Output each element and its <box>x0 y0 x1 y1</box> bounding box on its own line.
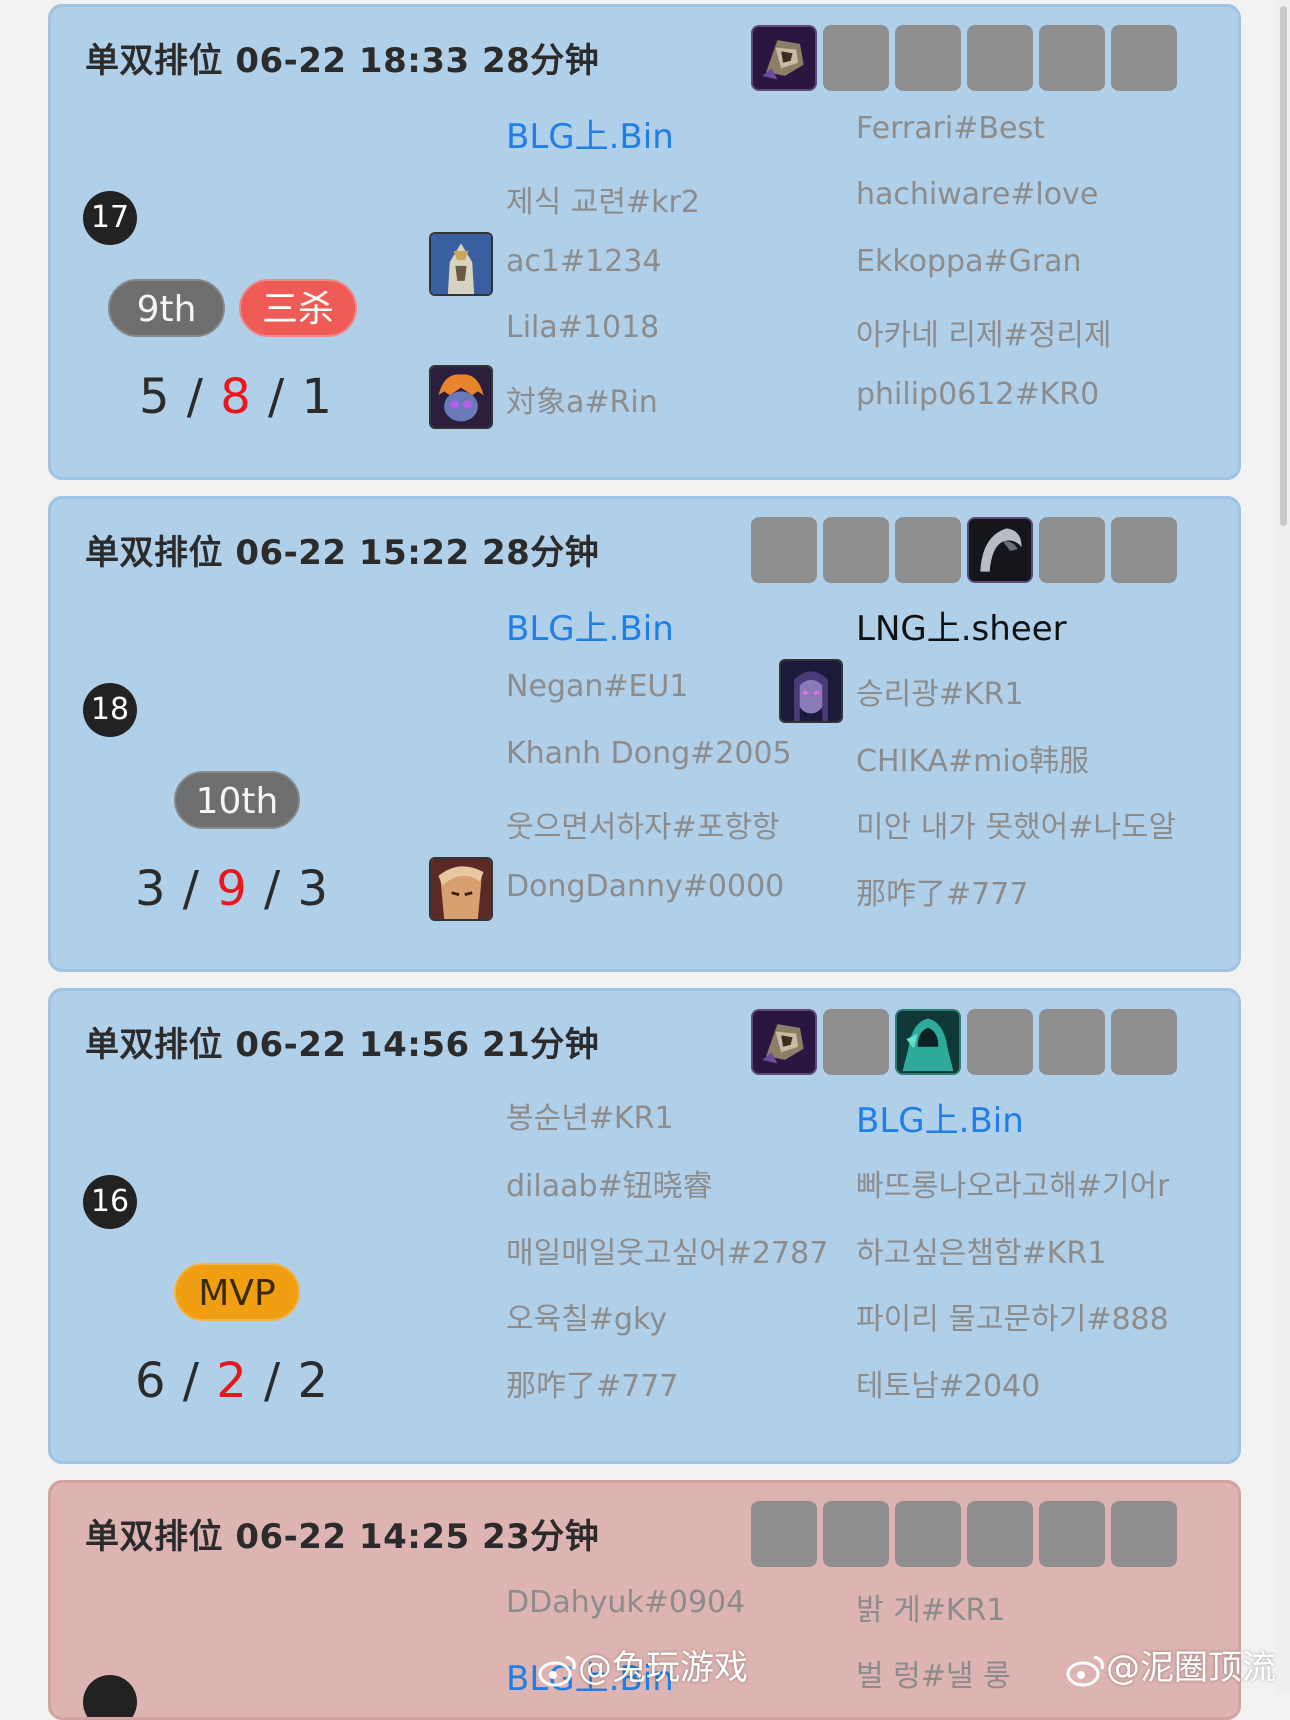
champion-portrait[interactable] <box>779 659 843 723</box>
empty-item-slot[interactable] <box>823 25 889 91</box>
kda-score: 3 / 9 / 3 <box>135 861 330 917</box>
match-card-2[interactable]: 单双排位 06-22 15:22 28分钟 18 10th 3 / 9 / 3 … <box>48 496 1241 972</box>
match-card-1[interactable]: 单双排位 06-22 18:33 28分钟 17 9th 三杀 5 / 8 / … <box>48 4 1241 480</box>
player-name[interactable]: DongDanny#0000 <box>506 869 784 904</box>
player-name[interactable]: 那咋了#777 <box>856 869 1028 913</box>
deaths: 9 <box>216 861 248 917</box>
mvp-badge: MVP <box>174 1263 300 1321</box>
player-name[interactable]: 빠뜨롱나오라고해#기어r <box>856 1161 1169 1205</box>
deaths: 2 <box>216 1353 248 1409</box>
champion-portrait[interactable] <box>429 365 493 429</box>
empty-item-slot[interactable] <box>967 25 1033 91</box>
empty-item-slot[interactable] <box>823 517 889 583</box>
watermark-text: @兔玩游戏 <box>578 1648 748 1688</box>
watermark-text: @泥圈顶流 <box>1106 1648 1276 1688</box>
player-name[interactable]: Ferrari#Best <box>856 111 1045 146</box>
empty-item-slot[interactable] <box>967 1009 1033 1075</box>
empty-item-slot[interactable] <box>1039 25 1105 91</box>
player-name-self[interactable]: BLG上.Bin <box>856 1093 1024 1142</box>
player-name[interactable]: 오육칠#gky <box>506 1294 667 1338</box>
player-name[interactable]: 봉순년#KR1 <box>506 1093 674 1137</box>
player-name[interactable]: 벌 렁#낼 룽 <box>856 1651 1011 1695</box>
scrollbar-track[interactable] <box>1276 0 1290 1694</box>
multikill-badge: 三杀 <box>239 279 357 337</box>
empty-item-slot[interactable] <box>967 1501 1033 1567</box>
empty-item-slot[interactable] <box>751 517 817 583</box>
player-name[interactable]: Negan#EU1 <box>506 669 688 704</box>
player-name-pro[interactable]: LNG上.sheer <box>856 601 1067 650</box>
rank-badge <box>83 1675 137 1717</box>
empty-item-slot[interactable] <box>1039 1009 1105 1075</box>
assists: 3 <box>297 861 330 917</box>
empty-item-slot[interactable] <box>1111 25 1177 91</box>
placement-badge: 10th <box>174 771 300 829</box>
deaths: 8 <box>220 369 252 425</box>
empty-item-slot[interactable] <box>895 1501 961 1567</box>
weibo-logo-icon <box>538 1655 576 1686</box>
watermark-left: @兔玩游戏 <box>538 1640 748 1689</box>
hooded-figure-item-icon[interactable] <box>895 1009 961 1075</box>
assists: 2 <box>297 1353 330 1409</box>
rank-badge: 16 <box>83 1175 137 1229</box>
player-name[interactable]: 제식 교련#kr2 <box>506 177 700 221</box>
player-name[interactable]: CHIKA#mio韩服 <box>856 736 1089 780</box>
player-name[interactable]: 미안 내가 못했어#나도알 <box>856 802 1176 846</box>
empty-item-slot[interactable] <box>895 517 961 583</box>
scythe-item-icon[interactable] <box>967 517 1033 583</box>
player-name[interactable]: hachiware#love <box>856 177 1098 212</box>
player-name[interactable]: ac1#1234 <box>506 244 661 279</box>
match-title: 单双排位 06-22 18:33 28分钟 <box>85 41 600 81</box>
player-name[interactable]: Khanh Dong#2005 <box>506 736 792 771</box>
helmet-item-icon[interactable] <box>751 1009 817 1075</box>
empty-item-slot[interactable] <box>1111 517 1177 583</box>
watermark-right: @泥圈顶流 <box>1066 1640 1276 1689</box>
empty-item-slot[interactable] <box>895 25 961 91</box>
rank-badge: 18 <box>83 683 137 737</box>
player-name[interactable]: 하고싶은챔함#KR1 <box>856 1228 1106 1272</box>
kills: 5 <box>139 369 171 425</box>
player-name[interactable]: DDahyuk#0904 <box>506 1585 745 1620</box>
kills: 6 <box>135 1353 167 1409</box>
player-name[interactable]: 매일매일웃고싶어#2787 <box>506 1228 828 1272</box>
match-title: 单双排位 06-22 15:22 28分钟 <box>85 533 600 573</box>
scrollbar-thumb[interactable] <box>1280 6 1287 526</box>
assists: 1 <box>301 369 334 425</box>
match-title: 单双排位 06-22 14:56 21分钟 <box>85 1025 600 1065</box>
player-name[interactable]: 테토남#2040 <box>856 1361 1040 1405</box>
player-name[interactable]: 웃으면서하자#포항항 <box>506 802 780 846</box>
match-card-3[interactable]: 单双排位 06-22 14:56 21分钟 16 MVP 6 / 2 / 2 봉… <box>48 988 1241 1464</box>
weibo-logo-icon <box>1066 1655 1104 1686</box>
player-name-self[interactable]: BLG上.Bin <box>506 601 674 650</box>
empty-item-slot[interactable] <box>1039 1501 1105 1567</box>
kda-score: 5 / 8 / 1 <box>139 369 334 425</box>
champion-portrait[interactable] <box>429 857 493 921</box>
rank-badge: 17 <box>83 191 137 245</box>
empty-item-slot[interactable] <box>823 1501 889 1567</box>
player-name[interactable]: philip0612#KR0 <box>856 377 1099 412</box>
champion-portrait[interactable] <box>429 232 493 296</box>
kda-score: 6 / 2 / 2 <box>135 1353 330 1409</box>
player-name[interactable]: 対象a#Rin <box>506 377 658 421</box>
player-name[interactable]: 파이리 물고문하기#888 <box>856 1294 1169 1338</box>
kills: 3 <box>135 861 167 917</box>
empty-item-slot[interactable] <box>751 1501 817 1567</box>
helmet-item-icon[interactable] <box>751 25 817 91</box>
match-title: 单双排位 06-22 14:25 23分钟 <box>85 1517 600 1557</box>
player-name[interactable]: 那咋了#777 <box>506 1361 678 1405</box>
empty-item-slot[interactable] <box>823 1009 889 1075</box>
player-name[interactable]: Ekkoppa#Gran <box>856 244 1082 279</box>
empty-item-slot[interactable] <box>1111 1009 1177 1075</box>
player-name[interactable]: dilaab#钮晓睿 <box>506 1161 713 1205</box>
placement-badge: 9th <box>108 279 225 337</box>
empty-item-slot[interactable] <box>1039 517 1105 583</box>
player-name[interactable]: Lila#1018 <box>506 310 659 345</box>
empty-item-slot[interactable] <box>1111 1501 1177 1567</box>
player-name[interactable]: 밝 게#KR1 <box>856 1585 1005 1629</box>
player-name-self[interactable]: BLG上.Bin <box>506 109 674 158</box>
player-name[interactable]: 아카네 리제#정리제 <box>856 310 1111 354</box>
player-name[interactable]: 승리광#KR1 <box>856 669 1024 713</box>
